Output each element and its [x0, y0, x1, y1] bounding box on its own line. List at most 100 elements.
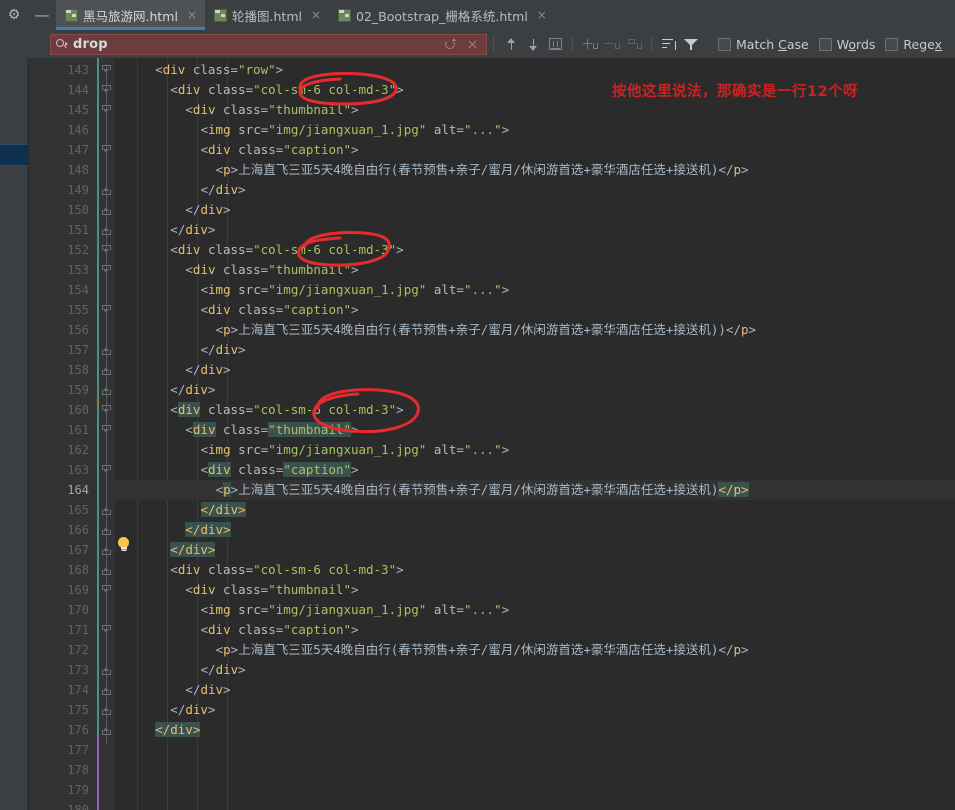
code-line[interactable]: <img src="img/jiangxuan_1.jpg" alt="..."… — [115, 280, 955, 300]
line-number: 175 — [67, 703, 89, 717]
code-line[interactable]: <img src="img/jiangxuan_1.jpg" alt="..."… — [115, 600, 955, 620]
intention-bulb-icon[interactable] — [117, 537, 130, 553]
line-number: 166 — [67, 523, 89, 537]
minimize-button[interactable]: — — [28, 0, 56, 30]
code-token: = — [230, 62, 238, 77]
code-line[interactable]: <img src="img/jiangxuan_1.jpg" alt="..."… — [115, 440, 955, 460]
editor-tab-1[interactable]: 轮播图.html × — [205, 0, 329, 30]
code-line[interactable]: <div class="caption"> — [115, 460, 955, 480]
code-line[interactable]: </div> — [115, 720, 955, 740]
code-token: "col-sm-6 col-md-3" — [253, 82, 397, 97]
code-token: < — [215, 482, 224, 497]
code-line[interactable]: </div> — [115, 200, 955, 220]
checkbox[interactable] — [885, 37, 899, 51]
code-token: "caption" — [283, 142, 352, 157]
code-token: > — [396, 242, 404, 257]
code-line[interactable]: <div class="row"> — [115, 60, 955, 80]
editor-tab-2[interactable]: 02_Bootstrap_栅格系统.html × — [329, 0, 555, 30]
code-line[interactable] — [115, 740, 955, 760]
code-line[interactable]: </div> — [115, 680, 955, 700]
find-next-button[interactable] — [522, 33, 544, 55]
code-token: img — [208, 442, 231, 457]
code-line[interactable]: <div class="col-sm-6 col-md-3"> — [115, 240, 955, 260]
code-line[interactable]: </div> — [115, 340, 955, 360]
add-line-button[interactable] — [579, 33, 601, 55]
code-line[interactable]: </div> — [115, 520, 955, 540]
find-input[interactable]: drop — [73, 37, 108, 52]
code-line[interactable]: </div> — [115, 660, 955, 680]
code-line[interactable]: </div> — [115, 220, 955, 240]
code-line[interactable]: <div class="col-sm-6 col-md-3"> — [115, 560, 955, 580]
code-line[interactable] — [115, 760, 955, 780]
code-folding-strip — [97, 58, 115, 810]
remove-line-button[interactable] — [601, 33, 623, 55]
filter-button[interactable] — [680, 33, 702, 55]
code-line[interactable] — [115, 800, 955, 810]
code-line[interactable]: </div> — [115, 540, 955, 560]
settings-gear-button[interactable]: ⚙ — [0, 0, 28, 30]
copy-lines-icon — [627, 38, 642, 51]
code-token: </ — [170, 222, 186, 237]
code-line[interactable]: <div class="thumbnail"> — [115, 580, 955, 600]
close-icon[interactable] — [466, 38, 479, 51]
code-token: "..." — [463, 442, 502, 457]
code-line[interactable]: <div class="thumbnail"> — [115, 100, 955, 120]
code-line[interactable]: <div class="caption"> — [115, 140, 955, 160]
copy-lines-button[interactable] — [623, 33, 645, 55]
code-line[interactable]: </div> — [115, 380, 955, 400]
code-line[interactable]: <img src="img/jiangxuan_1.jpg" alt="..."… — [115, 120, 955, 140]
tab-close-icon[interactable]: × — [311, 9, 321, 21]
code-line[interactable]: </div> — [115, 360, 955, 380]
code-line[interactable]: <div class="caption"> — [115, 300, 955, 320]
code-token: > — [396, 82, 404, 97]
funnel-icon — [684, 38, 698, 51]
vcs-change-marker[interactable] — [97, 736, 99, 810]
filter-list-button[interactable] — [658, 33, 680, 55]
code-token: </ — [718, 162, 734, 177]
vcs-change-marker[interactable] — [97, 406, 99, 736]
code-token: class — [223, 102, 261, 117]
code-token: > — [351, 622, 359, 637]
find-option-match-case[interactable]: Match Case — [718, 37, 809, 52]
code-token: "col-sm-6 col-md-3" — [253, 242, 397, 257]
vcs-change-marker[interactable] — [97, 398, 99, 406]
code-content[interactable]: <div class="row"> <div class="col-sm-6 co… — [115, 58, 955, 810]
tab-close-icon[interactable]: × — [187, 9, 197, 21]
code-token: div — [208, 622, 231, 637]
code-line[interactable]: </div> — [115, 700, 955, 720]
code-token: "thumbnail" — [268, 582, 351, 597]
code-line[interactable]: <p>上海直飞三亚5天4晚自由行(春节预售+亲子/蜜月/休闲游首选+豪华酒店任选… — [115, 480, 955, 500]
tab-close-icon[interactable]: × — [537, 9, 547, 21]
code-line[interactable]: </div> — [115, 180, 955, 200]
code-token: alt — [433, 282, 457, 297]
find-previous-button[interactable] — [500, 33, 522, 55]
find-toolbar: drop Match Case Words Regex — [0, 30, 955, 58]
code-token: class — [238, 622, 276, 637]
code-token: < — [185, 582, 193, 597]
code-line[interactable]: <div class="col-sm-6 col-md-3"> — [115, 400, 955, 420]
code-line[interactable]: </div> — [115, 500, 955, 520]
code-token: > — [223, 682, 231, 697]
code-line[interactable]: <p>上海直飞三亚5天4晚自由行(春节预售+亲子/蜜月/休闲游首选+豪华酒店任选… — [115, 160, 955, 180]
find-input-wrapper[interactable]: drop — [50, 33, 487, 55]
history-icon[interactable] — [444, 37, 457, 51]
code-line[interactable]: <p>上海直飞三亚5天4晚自由行(春节预售+亲子/蜜月/休闲游首选+豪华酒店任选… — [115, 320, 955, 340]
code-line[interactable]: <div class="thumbnail"> — [115, 420, 955, 440]
code-token: 上海直飞三亚5天4晚自由行(春节预售+亲子/蜜月/休闲游首选+豪华酒店任选+接送… — [238, 482, 719, 497]
checkbox[interactable] — [718, 37, 731, 51]
code-line[interactable] — [115, 780, 955, 800]
code-line[interactable]: <p>上海直飞三亚5天4晚自由行(春节预售+亲子/蜜月/休闲游首选+豪华酒店任选… — [115, 640, 955, 660]
code-token: class — [207, 562, 246, 577]
code-line[interactable]: <div class="thumbnail"> — [115, 260, 955, 280]
vcs-change-marker[interactable] — [97, 58, 99, 398]
find-option-words[interactable]: Words — [818, 37, 875, 52]
ide-window: ⚙ — 黑马旅游网.html × 轮播图.html × 02_Bootstrap_栅格系… — [0, 0, 955, 810]
code-token-highlighted: "thumbnail" — [268, 422, 351, 437]
code-line[interactable]: <div class="caption"> — [115, 620, 955, 640]
editor-tab-0[interactable]: 黑马旅游网.html × — [56, 0, 206, 30]
select-all-occurrences-button[interactable] — [544, 33, 566, 55]
checkbox[interactable] — [818, 37, 832, 51]
code-token: "col-sm-6 col-md-3" — [253, 562, 397, 577]
find-option-regex[interactable]: Regex — [885, 37, 942, 52]
